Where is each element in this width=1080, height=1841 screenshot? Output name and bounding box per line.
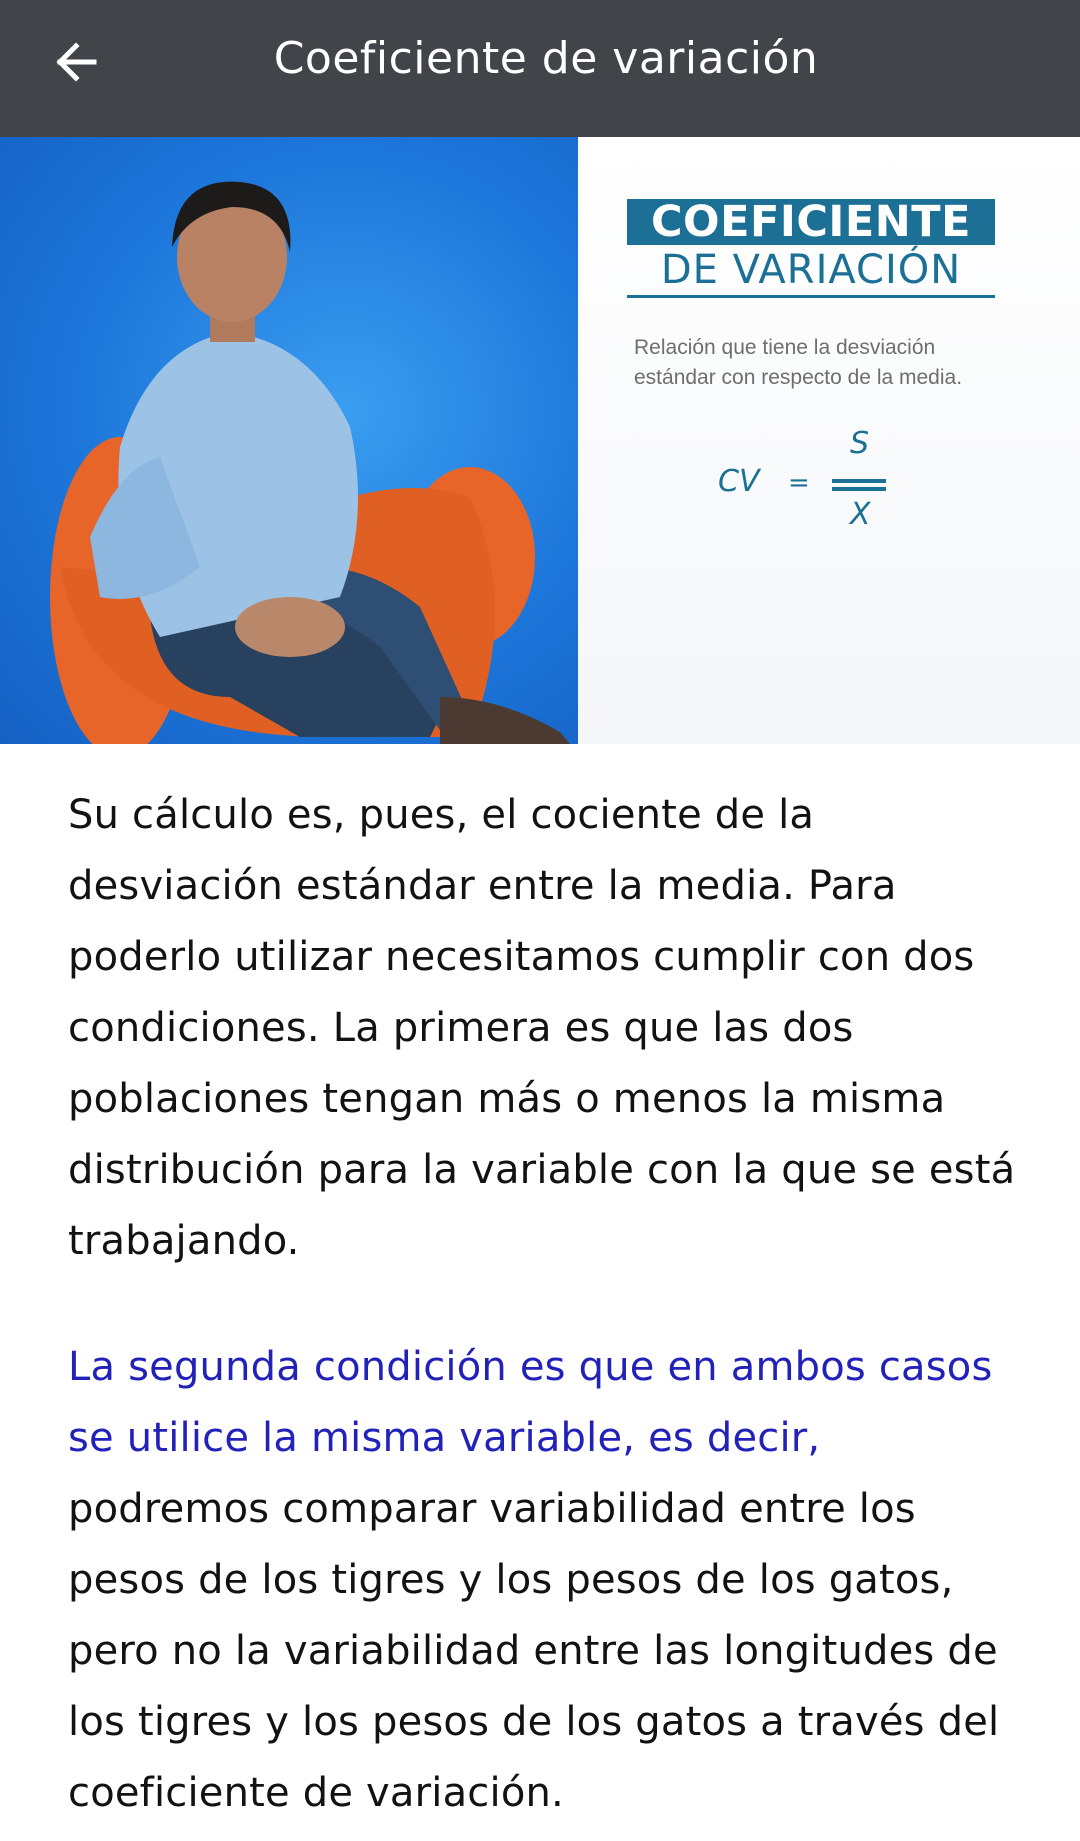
cv-formula: CV = S X bbox=[718, 426, 886, 527]
page-title: Coeficiente de variación bbox=[273, 33, 819, 84]
paragraph-2-highlight: La segunda condición es que en ambos cas… bbox=[68, 1344, 993, 1461]
slide-title-line1: COEFICIENTE bbox=[627, 199, 995, 245]
slide-description: Relación que tiene la desviación estánda… bbox=[634, 336, 963, 389]
app-bar: Coeficiente de variación bbox=[0, 0, 1080, 137]
slide-title-line2: DE VARIACIÓN bbox=[627, 247, 995, 298]
paragraph-2: La segunda condición es que en ambos cas… bbox=[68, 1332, 1018, 1829]
formula-numerator: S bbox=[850, 426, 869, 461]
presenter-image bbox=[50, 181, 570, 744]
video-player[interactable]: COEFICIENTE DE VARIACIÓN Relación que ti… bbox=[0, 137, 1080, 744]
formula-fraction-bar bbox=[832, 479, 886, 483]
paragraph-1: Su cálculo es, pues, el cociente de la d… bbox=[68, 792, 1016, 1264]
video-presenter-area bbox=[0, 137, 578, 744]
content-text: Su cálculo es, pues, el cociente de la d… bbox=[68, 780, 1018, 1829]
formula-denominator: X bbox=[848, 497, 872, 527]
formula-lhs: CV bbox=[718, 464, 762, 499]
formula-equals: = bbox=[788, 468, 810, 498]
paragraph-2-rest: podremos comparar variabilidad entre los… bbox=[68, 1486, 1000, 1816]
